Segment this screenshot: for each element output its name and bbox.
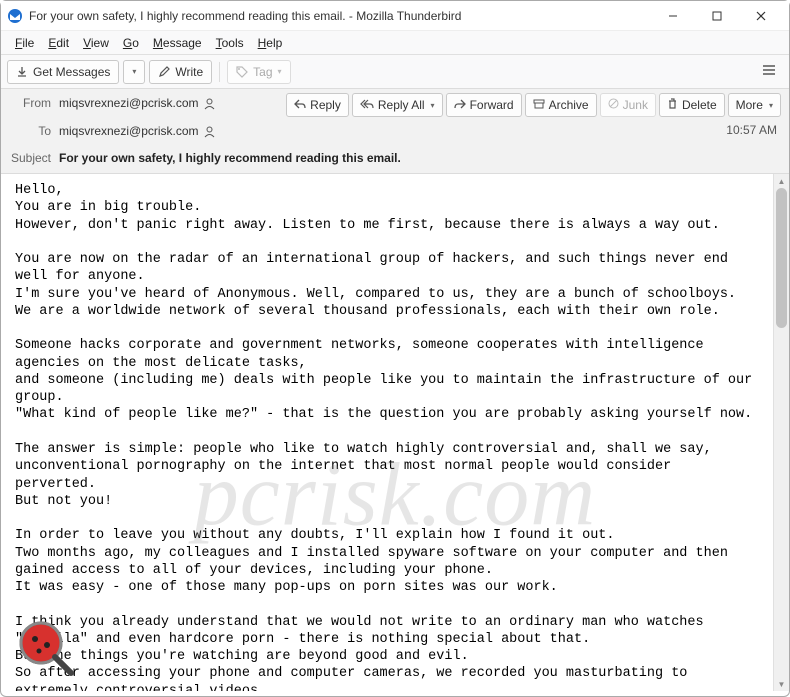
more-label: More — [736, 98, 763, 112]
menu-help[interactable]: Help — [252, 34, 289, 52]
contact-icon[interactable] — [203, 97, 216, 110]
window-title: For your own safety, I highly recommend … — [29, 9, 651, 23]
message-actions-row: Reply Reply All ▾ Forward Archive Junk D… — [286, 93, 781, 117]
close-button[interactable] — [739, 2, 783, 30]
chevron-down-icon: ▾ — [769, 101, 773, 110]
subject-label: Subject — [5, 151, 59, 165]
reply-button[interactable]: Reply — [286, 93, 349, 117]
maximize-button[interactable] — [695, 2, 739, 30]
scrollbar[interactable]: ▲ ▼ — [773, 174, 789, 691]
hamburger-icon — [762, 64, 776, 79]
from-value[interactable]: miqsvrexnezi@pcrisk.com — [59, 96, 216, 110]
write-label: Write — [175, 65, 203, 79]
from-label: From — [5, 96, 59, 110]
menu-file[interactable]: File — [9, 34, 40, 52]
tag-button[interactable]: Tag ▾ — [227, 60, 290, 84]
forward-icon — [454, 98, 466, 112]
chevron-down-icon: ▾ — [431, 101, 435, 110]
reply-all-button[interactable]: Reply All ▾ — [352, 93, 443, 117]
pencil-icon — [158, 66, 170, 78]
tag-label: Tag — [253, 65, 272, 79]
scroll-down-arrow[interactable]: ▼ — [774, 677, 789, 691]
toolbar: Get Messages ▾ Write Tag ▾ — [1, 55, 789, 89]
more-button[interactable]: More ▾ — [728, 93, 781, 117]
message-body: Hello, You are in big trouble. However, … — [1, 174, 773, 691]
thunderbird-icon — [7, 8, 23, 24]
junk-label: Junk — [623, 98, 648, 112]
message-body-container: Hello, You are in big trouble. However, … — [1, 174, 789, 691]
menubar: File Edit View Go Message Tools Help — [1, 31, 789, 55]
to-row: To miqsvrexnezi@pcrisk.com — [1, 117, 789, 145]
scroll-thumb[interactable] — [776, 188, 787, 328]
delete-button[interactable]: Delete — [659, 93, 725, 117]
menu-message[interactable]: Message — [147, 34, 208, 52]
reply-all-icon — [360, 98, 374, 112]
app-menu-button[interactable] — [755, 60, 783, 84]
junk-icon — [608, 98, 619, 112]
forward-label: Forward — [470, 98, 514, 112]
toolbar-separator — [219, 62, 220, 82]
trash-icon — [667, 98, 678, 113]
write-button[interactable]: Write — [149, 60, 212, 84]
reply-label: Reply — [310, 98, 341, 112]
reply-icon — [294, 98, 306, 112]
archive-button[interactable]: Archive — [525, 93, 597, 117]
get-messages-button[interactable]: Get Messages — [7, 60, 119, 84]
message-headers: Reply Reply All ▾ Forward Archive Junk D… — [1, 89, 789, 174]
download-icon — [16, 66, 28, 78]
titlebar: For your own safety, I highly recommend … — [1, 1, 789, 31]
menu-edit[interactable]: Edit — [42, 34, 75, 52]
scroll-up-arrow[interactable]: ▲ — [774, 174, 789, 188]
to-value[interactable]: miqsvrexnezi@pcrisk.com — [59, 124, 216, 138]
menu-tools[interactable]: Tools — [210, 34, 250, 52]
minimize-button[interactable] — [651, 2, 695, 30]
menu-view[interactable]: View — [77, 34, 115, 52]
to-label: To — [5, 124, 59, 138]
archive-label: Archive — [549, 98, 589, 112]
archive-icon — [533, 98, 545, 112]
delete-label: Delete — [682, 98, 717, 112]
contact-icon[interactable] — [203, 125, 216, 138]
tag-icon — [236, 66, 248, 78]
junk-button[interactable]: Junk — [600, 93, 656, 117]
get-messages-label: Get Messages — [33, 65, 110, 79]
get-messages-dropdown[interactable]: ▾ — [123, 60, 145, 84]
menu-go[interactable]: Go — [117, 34, 145, 52]
subject-row: Subject For your own safety, I highly re… — [1, 145, 789, 173]
message-time: 10:57 AM — [726, 123, 777, 137]
reply-all-label: Reply All — [378, 98, 425, 112]
forward-button[interactable]: Forward — [446, 93, 522, 117]
subject-value: For your own safety, I highly recommend … — [59, 151, 401, 165]
